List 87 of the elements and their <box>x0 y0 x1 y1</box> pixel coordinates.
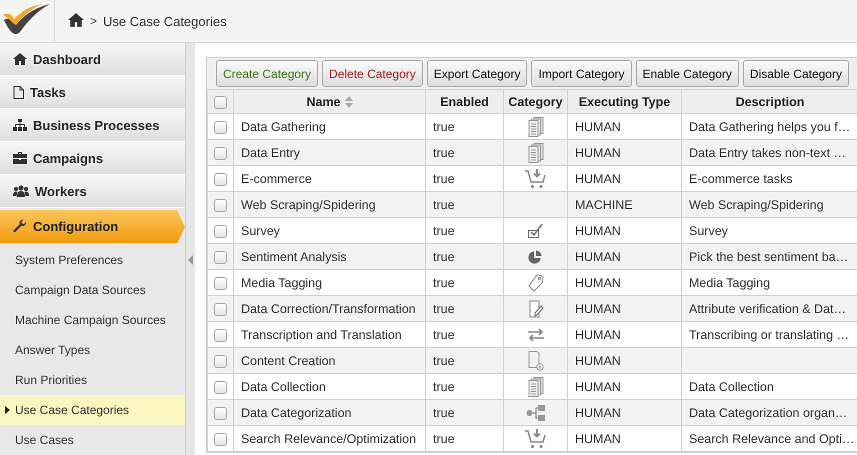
checkbox[interactable] <box>214 432 227 446</box>
table-cell: Data Categorization <box>234 400 426 426</box>
toolbar-button[interactable]: Enable Category <box>636 60 739 87</box>
swap-arrows-icon <box>526 328 544 342</box>
checkbox[interactable] <box>214 250 227 264</box>
table-cell: true <box>426 348 504 374</box>
pie-chart-icon <box>528 249 543 264</box>
cart-add-icon <box>524 168 546 188</box>
column-header: Executing Type <box>578 94 670 108</box>
home-icon <box>13 53 27 65</box>
column-header: Enabled <box>440 94 489 108</box>
checkbox[interactable] <box>214 380 227 394</box>
table-cell: HUMAN <box>568 348 682 374</box>
checkbox-tick-icon <box>528 224 544 238</box>
toolbar-button[interactable]: Export Category <box>426 60 528 87</box>
sidebar-item[interactable]: Business Processes <box>0 109 185 142</box>
submenu-item[interactable]: Machine Campaign Sources <box>0 304 185 335</box>
submenu-item[interactable]: Campaign Data Sources <box>0 274 185 305</box>
submenu-item[interactable]: Use Case Categories <box>0 394 185 425</box>
table-cell: true <box>426 400 504 426</box>
checkbox[interactable] <box>214 146 227 160</box>
breadcrumb-separator: > <box>90 14 98 28</box>
table-cell: Data Entry takes non-text … <box>682 140 857 166</box>
column-header: Description <box>736 94 804 108</box>
table-cell: Data Entry <box>234 140 426 166</box>
sidebar-item[interactable]: Dashboard <box>0 43 185 76</box>
checkbox[interactable] <box>214 172 227 186</box>
sidebar-item[interactable]: Workers <box>0 175 185 208</box>
table-cell: HUMAN <box>568 426 682 452</box>
breadcrumb-item: Use Case Categories <box>103 14 227 28</box>
checkbox[interactable] <box>214 406 227 420</box>
checkbox[interactable] <box>214 198 227 212</box>
table-cell: HUMAN <box>568 400 682 426</box>
table-cell: Web Scraping/Spidering <box>682 192 857 218</box>
table-cell: true <box>426 296 504 322</box>
table-cell: true <box>426 426 504 452</box>
checkbox[interactable] <box>214 328 227 342</box>
table-cell: MACHINE <box>568 192 682 218</box>
submenu-item[interactable]: System Preferences <box>0 244 185 275</box>
documents-icon <box>528 142 544 162</box>
documents-icon <box>528 116 544 136</box>
submenu-item[interactable]: Answer Types <box>0 334 185 365</box>
column-header: Category <box>508 94 563 108</box>
checkbox[interactable] <box>214 302 227 316</box>
home-icon[interactable] <box>68 13 84 27</box>
table-cell: Data Correction/Transformation <box>234 296 426 322</box>
checkbox[interactable] <box>214 276 227 290</box>
table-cell: Web Scraping/Spidering <box>234 192 426 218</box>
toolbar-button[interactable]: Delete Category <box>322 60 423 87</box>
table-cell: HUMAN <box>568 140 682 166</box>
users-icon <box>13 185 29 197</box>
table-cell: Data Categorization organ… <box>682 400 857 426</box>
sort-icon[interactable] <box>344 96 353 108</box>
tag-icon <box>528 274 544 292</box>
table-cell: true <box>426 140 504 166</box>
sidebar-item[interactable]: Campaigns <box>0 142 185 175</box>
toolbar-button[interactable]: Import Category <box>531 60 632 87</box>
checkbox[interactable] <box>214 224 227 238</box>
table-cell: Attribute verification & Dat… <box>682 296 857 322</box>
documents-icon <box>528 376 544 396</box>
table-cell: Search Relevance/Optimization <box>234 426 426 452</box>
table-cell: true <box>426 192 504 218</box>
table-cell: Sentiment Analysis <box>234 244 426 270</box>
table-cell: Content Creation <box>234 348 426 374</box>
cart-add-icon <box>524 428 546 448</box>
submenu-item[interactable]: Use Cases <box>0 424 185 455</box>
checkbox[interactable] <box>214 96 227 109</box>
submenu-item[interactable]: Run Priorities <box>0 364 185 395</box>
sitemap-icon <box>13 119 27 131</box>
briefcase-icon <box>13 152 27 164</box>
column-header[interactable]: Name <box>306 94 341 108</box>
add-document-icon <box>528 350 544 370</box>
sidebar-item[interactable]: Configuration <box>0 210 185 243</box>
toolbar-button[interactable]: Create Category <box>216 60 318 87</box>
collapse-icon[interactable] <box>188 255 193 265</box>
file-icon <box>13 86 24 98</box>
edit-document-icon <box>528 298 544 318</box>
checkbox[interactable] <box>214 120 227 134</box>
toolbar-button[interactable]: Disable Category <box>742 60 849 87</box>
table-cell: HUMAN <box>568 296 682 322</box>
checkbox[interactable] <box>214 354 227 368</box>
table-cell: Pick the best sentiment ba… <box>682 244 857 270</box>
sidebar-item[interactable]: Tasks <box>0 76 185 109</box>
table-cell: HUMAN <box>568 244 682 270</box>
hierarchy-icon <box>526 404 546 420</box>
table-cell: true <box>426 244 504 270</box>
wrench-icon <box>13 219 27 234</box>
